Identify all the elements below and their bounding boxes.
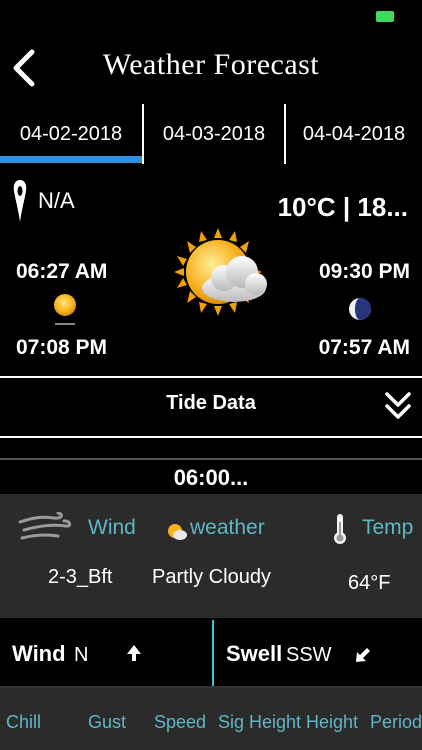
moonset-time: 07:57 AM: [318, 336, 410, 359]
swell-section-title: Swell: [226, 641, 283, 666]
wind-icon: [18, 512, 72, 540]
sun-icon: [54, 294, 76, 325]
arrow-up-icon: [127, 645, 141, 661]
tide-data-bar[interactable]: Tide Data: [0, 380, 422, 436]
column-gust: Gust: [88, 712, 127, 732]
header: Weather Forecast: [0, 40, 422, 96]
thermometer-icon: [334, 514, 346, 544]
selected-tab-indicator: [0, 156, 142, 163]
details-header-row: [0, 688, 422, 750]
location-pin-icon: [13, 180, 27, 222]
arrow-down-left-icon: [356, 648, 370, 662]
temp-label: Temp: [362, 516, 414, 539]
chevron-double-down-icon[interactable]: [384, 388, 412, 424]
swell-direction: SSW: [286, 644, 332, 666]
tab-date-2[interactable]: 04-03-2018: [144, 104, 284, 166]
weather-label: weather: [190, 516, 265, 539]
column-period: Period: [370, 712, 422, 732]
divider: [0, 436, 422, 438]
sunset-time: 07:08 PM: [16, 336, 108, 359]
tide-data-label: Tide Data: [166, 392, 256, 414]
battery-icon: [376, 11, 394, 22]
moonrise-time: 09:30 PM: [318, 260, 410, 283]
column-speed: Speed: [154, 712, 207, 732]
column-sig-height: Sig Height: [218, 712, 302, 732]
column-height: Height: [306, 712, 359, 732]
wind-label: Wind: [88, 516, 136, 539]
forecast-time-bar: 06:00...: [0, 458, 422, 494]
wind-section-title: Wind: [12, 641, 66, 666]
moon-icon: [349, 298, 371, 320]
sunrise-time: 06:27 AM: [16, 260, 108, 283]
location: N/A: [12, 178, 75, 224]
weather-value: Partly Cloudy: [152, 566, 271, 588]
forecast-panel: Wind weather Temp 2-3_Bft Partly Cloudy …: [0, 494, 422, 618]
divider: [0, 376, 422, 378]
temp-value: 64°F: [348, 572, 391, 594]
temperature-range: 10°C | 18...: [277, 192, 408, 222]
tab-date-3[interactable]: 04-04-2018: [286, 104, 422, 166]
page-title: Weather Forecast: [102, 48, 320, 81]
wind-value: 2-3_Bft: [48, 566, 113, 588]
forecast-time: 06:00...: [173, 465, 249, 490]
wind-direction: N: [74, 644, 89, 666]
column-chill: Chill: [6, 712, 42, 732]
location-text: N/A: [38, 188, 75, 213]
partly-cloudy-icon: [174, 228, 267, 316]
weather-icon: [168, 524, 187, 540]
